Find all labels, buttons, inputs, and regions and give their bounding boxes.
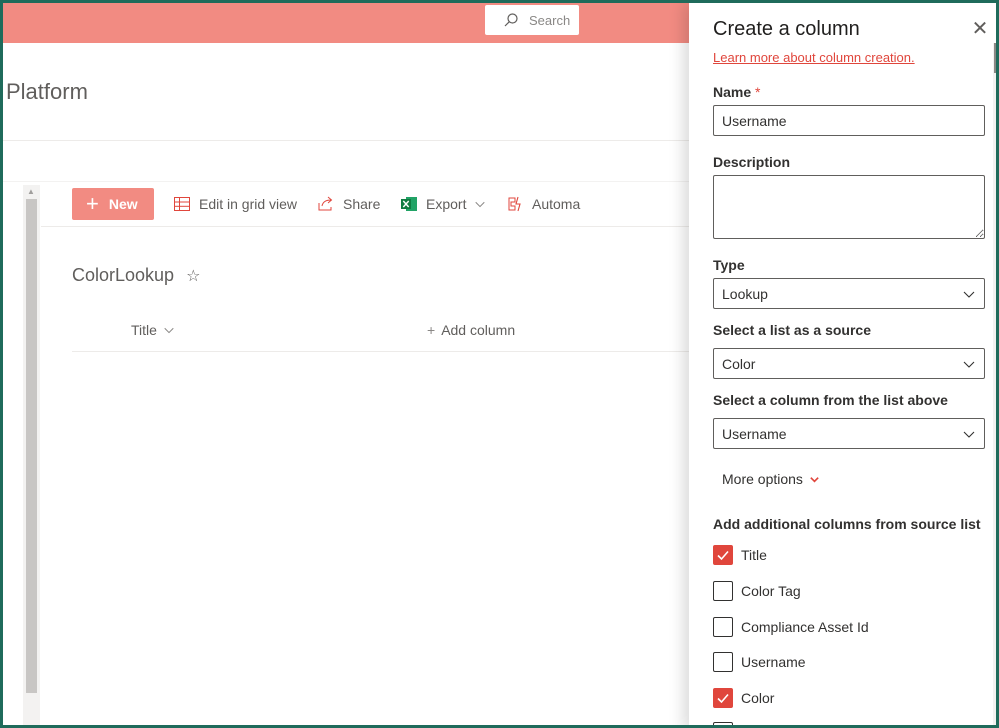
checkbox[interactable] bbox=[713, 581, 733, 601]
divider bbox=[3, 181, 693, 182]
checkbox-row-color[interactable]: Color bbox=[713, 688, 774, 708]
source-list-dropdown[interactable]: Color bbox=[713, 348, 985, 379]
create-column-panel: Create a column ✕ Learn more about colum… bbox=[689, 3, 996, 725]
checkbox-label: Title bbox=[741, 547, 767, 563]
chevron-down-icon bbox=[810, 476, 819, 483]
automate-button[interactable]: Automa bbox=[506, 188, 580, 220]
grid-icon bbox=[174, 197, 190, 211]
chevron-down-icon bbox=[963, 291, 975, 298]
checkbox-label: Color Tag bbox=[741, 583, 801, 599]
chevron-down-icon bbox=[963, 431, 975, 438]
new-button-label: New bbox=[108, 196, 138, 212]
edit-grid-view-label: Edit in grid view bbox=[199, 196, 298, 212]
checkbox-row-compliance-asset-id[interactable]: Compliance Asset Id bbox=[713, 617, 869, 637]
plus-icon: + bbox=[86, 191, 99, 216]
close-icon[interactable]: ✕ bbox=[970, 19, 990, 39]
column-header-label: Title bbox=[131, 322, 157, 338]
search-placeholder: Search bbox=[529, 12, 571, 28]
source-list-value: Color bbox=[722, 355, 756, 372]
new-button[interactable]: + New bbox=[72, 188, 154, 220]
automate-icon bbox=[508, 196, 521, 212]
checkbox-row-username[interactable]: Username bbox=[713, 652, 806, 672]
site-title: Platform bbox=[6, 79, 88, 104]
checkbox-label: Username bbox=[741, 654, 806, 670]
chevron-down-icon bbox=[475, 201, 486, 208]
name-input[interactable] bbox=[713, 105, 985, 136]
learn-more-link[interactable]: Learn more about column creation. bbox=[713, 50, 915, 65]
search-box[interactable]: Search bbox=[485, 5, 579, 35]
checkbox[interactable] bbox=[713, 652, 733, 672]
checkmark-icon bbox=[717, 550, 729, 561]
share-label: Share bbox=[343, 196, 381, 212]
add-column-label: Add column bbox=[441, 322, 516, 338]
export-button[interactable]: Export bbox=[400, 188, 486, 220]
name-label: Name * bbox=[713, 84, 760, 100]
search-icon bbox=[504, 13, 518, 27]
list-title-text: ColorLookup bbox=[72, 265, 175, 285]
checkbox[interactable] bbox=[713, 722, 733, 725]
checkbox-label: Color bbox=[741, 690, 775, 706]
edit-grid-view-button[interactable]: Edit in grid view bbox=[173, 188, 297, 220]
description-textarea[interactable] bbox=[713, 175, 985, 239]
checkbox-checked[interactable] bbox=[713, 545, 733, 565]
column-header-title[interactable]: Title bbox=[131, 322, 175, 338]
plus-icon: + bbox=[427, 322, 436, 338]
panel-title: Create a column bbox=[713, 18, 860, 40]
more-options-button[interactable]: More options bbox=[722, 471, 820, 487]
checkbox-label: Compliance Asset Id bbox=[741, 619, 869, 635]
checkbox[interactable] bbox=[713, 617, 733, 637]
checkbox-row-title[interactable]: Title bbox=[713, 545, 767, 565]
scrollbar-thumb[interactable] bbox=[26, 199, 37, 693]
panel-scrollbar[interactable] bbox=[993, 43, 996, 725]
divider bbox=[3, 140, 693, 141]
checkbox-row-partial[interactable] bbox=[713, 722, 733, 725]
name-label-text: Name bbox=[713, 84, 752, 100]
description-label: Description bbox=[713, 154, 791, 170]
add-column-button[interactable]: + Add column bbox=[427, 322, 515, 338]
star-icon[interactable]: ☆ bbox=[186, 266, 200, 286]
app-frame: Search Platform ▲ + New Edit in grid vie… bbox=[0, 0, 999, 728]
additional-columns-label: Add additional columns from source list bbox=[713, 516, 981, 532]
checkbox-row-color-tag[interactable]: Color Tag bbox=[713, 581, 801, 601]
divider bbox=[41, 226, 691, 227]
source-column-value: Username bbox=[722, 425, 787, 442]
checkmark-icon bbox=[717, 693, 729, 704]
left-scrollbar[interactable]: ▲ bbox=[23, 185, 40, 725]
share-button[interactable]: Share bbox=[317, 188, 380, 220]
export-label: Export bbox=[426, 196, 467, 212]
type-dropdown[interactable]: Lookup bbox=[713, 278, 985, 309]
source-list-label: Select a list as a source bbox=[713, 322, 871, 338]
chevron-down-icon bbox=[164, 327, 174, 334]
automate-label: Automa bbox=[532, 196, 581, 212]
checkbox-checked[interactable] bbox=[713, 688, 733, 708]
source-column-dropdown[interactable]: Username bbox=[713, 418, 985, 449]
type-dropdown-value: Lookup bbox=[722, 285, 768, 302]
share-icon bbox=[318, 196, 333, 211]
scrollbar-thumb[interactable] bbox=[994, 43, 996, 73]
divider bbox=[72, 351, 692, 352]
required-mark: * bbox=[755, 84, 761, 100]
chevron-down-icon bbox=[963, 361, 975, 368]
list-title: ColorLookup ☆ bbox=[72, 265, 200, 286]
type-label: Type bbox=[713, 257, 745, 273]
scroll-up-icon[interactable]: ▲ bbox=[27, 187, 35, 196]
more-options-label: More options bbox=[722, 471, 803, 487]
source-column-label: Select a column from the list above bbox=[713, 392, 948, 408]
excel-icon bbox=[401, 197, 417, 211]
